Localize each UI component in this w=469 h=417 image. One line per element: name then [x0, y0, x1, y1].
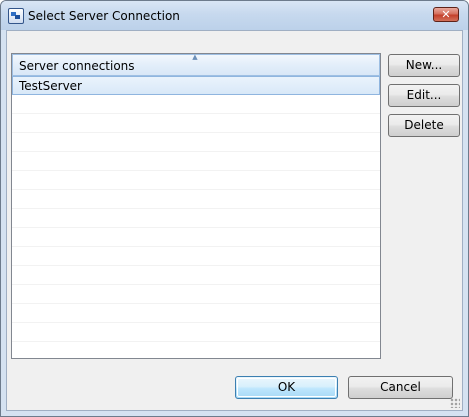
- ok-button-label: OK: [277, 380, 296, 394]
- ok-button[interactable]: OK: [235, 376, 338, 399]
- row-label: TestServer: [19, 79, 82, 93]
- edit-button-label: Edit...: [406, 88, 442, 102]
- table-rows: TestServer: [12, 76, 380, 358]
- new-button[interactable]: New...: [388, 54, 460, 77]
- server-connection-app-icon[interactable]: [8, 8, 24, 24]
- cancel-button-label: Cancel: [380, 380, 421, 394]
- column-header-label: Server connections: [19, 59, 135, 73]
- column-header-server-connections[interactable]: Server connections ▲: [12, 54, 380, 76]
- close-icon: ✕: [441, 8, 451, 21]
- sort-ascending-icon: ▲: [192, 53, 198, 61]
- delete-button-label: Delete: [404, 118, 444, 132]
- dialog-client-area: Server connections ▲ TestServer New... E…: [6, 30, 463, 411]
- resize-grip[interactable]: [450, 398, 460, 408]
- server-connections-table[interactable]: Server connections ▲ TestServer: [11, 53, 381, 359]
- window-title: Select Server Connection: [28, 9, 180, 23]
- new-button-label: New...: [405, 58, 443, 72]
- delete-button[interactable]: Delete: [388, 114, 460, 137]
- close-button[interactable]: ✕: [433, 7, 459, 22]
- title-bar[interactable]: Select Server Connection ✕: [1, 1, 468, 30]
- cancel-button[interactable]: Cancel: [348, 376, 453, 399]
- dialog-window: Select Server Connection ✕ Server connec…: [0, 0, 469, 417]
- table-row[interactable]: TestServer: [12, 76, 380, 95]
- edit-button[interactable]: Edit...: [388, 84, 460, 107]
